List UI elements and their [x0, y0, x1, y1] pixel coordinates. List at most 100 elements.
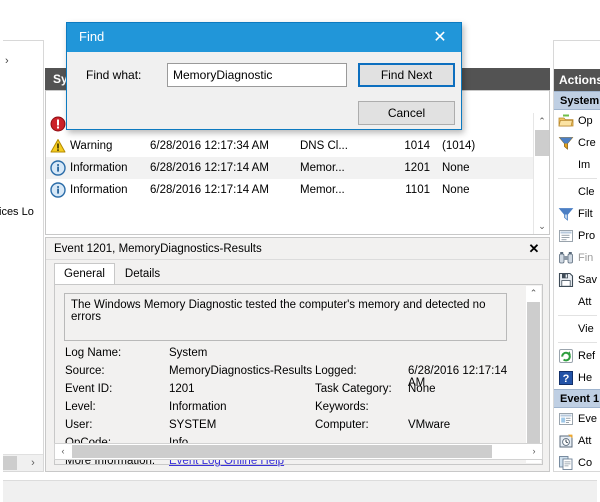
detail-horizontal-scrollbar[interactable]: ‹ ›: [54, 443, 543, 460]
scroll-thumb[interactable]: [527, 302, 540, 447]
action-label: Cle: [578, 186, 595, 198]
field-label: Level:: [65, 401, 96, 413]
action-create-custom-view[interactable]: Cre: [554, 132, 600, 154]
tree-scroll-thumb[interactable]: [3, 456, 17, 470]
action-copy[interactable]: Co: [554, 452, 600, 472]
scroll-up-icon[interactable]: ⌃: [534, 113, 550, 129]
cell-event-id: 1014: [396, 135, 430, 157]
binoculars-icon: [558, 250, 574, 266]
cell-task-category: None: [442, 157, 470, 179]
console-tree-pane[interactable]: › ices Lo ›: [3, 40, 44, 472]
cell-source: Memor...: [300, 157, 345, 179]
tree-item-partial[interactable]: ices Lo: [0, 206, 45, 218]
action-properties[interactable]: Pro: [554, 225, 600, 247]
action-filter-current-log[interactable]: Filt: [554, 203, 600, 225]
tree-scroll-right-arrow[interactable]: ›: [25, 455, 41, 472]
action-label: Vie: [578, 323, 594, 335]
cell-event-id: 1201: [396, 157, 430, 179]
svg-text:?: ?: [563, 373, 570, 385]
action-open-saved-log[interactable]: Op: [554, 110, 600, 132]
actions-separator: [558, 178, 597, 179]
action-label: Ref: [578, 350, 595, 362]
tab-details[interactable]: Details: [115, 263, 170, 284]
hscroll-thumb[interactable]: [72, 445, 492, 458]
field-row: Level: Information Keywords:: [65, 401, 513, 419]
action-label: He: [578, 372, 592, 384]
action-label: Sav: [578, 274, 597, 286]
action-clear-log[interactable]: Cle: [554, 181, 600, 203]
find-what-label: Find what:: [86, 68, 141, 82]
action-label: Op: [578, 115, 593, 127]
find-dialog: Find ✕ Find what: Find Next Cancel: [66, 22, 462, 130]
hscroll-left-icon[interactable]: ‹: [55, 444, 71, 459]
close-icon[interactable]: ✕: [525, 240, 543, 258]
detail-body: The Windows Memory Diagnostic tested the…: [54, 285, 543, 465]
cell-level: Information: [70, 157, 128, 179]
field-value: MemoryDiagnostics-Results: [169, 365, 312, 377]
action-help[interactable]: ? He: [554, 367, 600, 389]
field-label: User:: [65, 419, 92, 431]
event-properties-icon: [558, 411, 574, 427]
hscroll-right-icon[interactable]: ›: [526, 444, 542, 459]
actions-pane: Actions System Op Cre Im: [553, 40, 600, 472]
error-icon: [50, 116, 66, 132]
field-value-2: None: [408, 383, 436, 395]
find-dialog-titlebar[interactable]: Find ✕: [67, 23, 461, 52]
actions-group-system: System: [554, 91, 600, 110]
actions-pane-title: Actions: [554, 69, 600, 91]
action-find[interactable]: Fin: [554, 247, 600, 269]
field-label: Log Name:: [65, 347, 121, 359]
app-root: › ices Lo › Syst Lev: [0, 0, 600, 502]
action-attach-task-to-log[interactable]: Att: [554, 291, 600, 313]
event-list-scrollbar[interactable]: ⌃ ⌄: [533, 113, 549, 234]
action-view[interactable]: Vie: [554, 318, 600, 340]
action-label: Filt: [578, 208, 593, 220]
field-label: Event ID:: [65, 383, 112, 395]
table-row[interactable]: Warning 6/28/2016 12:17:34 AM DNS Cl... …: [46, 135, 533, 157]
field-value-2: VMware: [408, 419, 450, 431]
table-row[interactable]: Information 6/28/2016 12:17:14 AM Memor.…: [46, 179, 533, 201]
close-icon[interactable]: ✕: [419, 23, 461, 52]
actions-separator: [558, 342, 597, 343]
cell-source: Memor...: [300, 179, 345, 201]
field-label: Source:: [65, 365, 105, 377]
actions-list: System Op Cre Im: [554, 91, 600, 472]
refresh-icon: [558, 348, 574, 364]
tree-horizontal-scrollbar[interactable]: ›: [3, 454, 43, 471]
filter-icon: [558, 135, 574, 151]
scroll-up-icon[interactable]: ⌃: [526, 286, 541, 301]
field-row: User: SYSTEM Computer: VMware: [65, 419, 513, 437]
scroll-down-icon[interactable]: ⌄: [534, 218, 550, 234]
action-import-custom-view[interactable]: Im: [554, 154, 600, 176]
action-label: Im: [578, 159, 590, 171]
event-list-rows[interactable]: E Warning 6/28/2016 12:17:34 AM DNS Cl: [46, 113, 533, 234]
action-event-properties[interactable]: Eve: [554, 408, 600, 430]
event-detail-title: Event 1201, MemoryDiagnostics-Results: [46, 238, 549, 260]
cell-task-category: None: [442, 179, 470, 201]
filter-icon: [558, 206, 574, 222]
field-label-2: Computer:: [315, 419, 369, 431]
cell-level: Warning: [70, 135, 112, 157]
detail-tabs[interactable]: General Details: [54, 263, 170, 285]
tab-general[interactable]: General: [54, 263, 115, 284]
action-attach-task-to-event[interactable]: Att: [554, 430, 600, 452]
detail-scrollbar[interactable]: ⌃ ⌄: [526, 286, 541, 463]
cell-date: 6/28/2016 12:17:14 AM: [150, 179, 269, 201]
action-label: Cre: [578, 137, 596, 149]
actions-separator: [558, 315, 597, 316]
properties-icon: [558, 228, 574, 244]
action-refresh[interactable]: Ref: [554, 345, 600, 367]
action-label: Eve: [578, 413, 597, 425]
find-next-button[interactable]: Find Next: [358, 63, 455, 87]
copy-icon: [558, 455, 574, 471]
cancel-button[interactable]: Cancel: [358, 101, 455, 125]
cell-event-id: 1101: [396, 179, 430, 201]
attach-task-icon: [558, 433, 574, 449]
scroll-thumb[interactable]: [535, 130, 549, 156]
find-what-input[interactable]: [167, 63, 347, 87]
action-save-events-as[interactable]: Sav: [554, 269, 600, 291]
field-label-2: Logged:: [315, 365, 357, 377]
action-label: Co: [578, 457, 592, 469]
find-dialog-title: Find: [79, 29, 104, 44]
table-row[interactable]: Information 6/28/2016 12:17:14 AM Memor.…: [46, 157, 533, 179]
